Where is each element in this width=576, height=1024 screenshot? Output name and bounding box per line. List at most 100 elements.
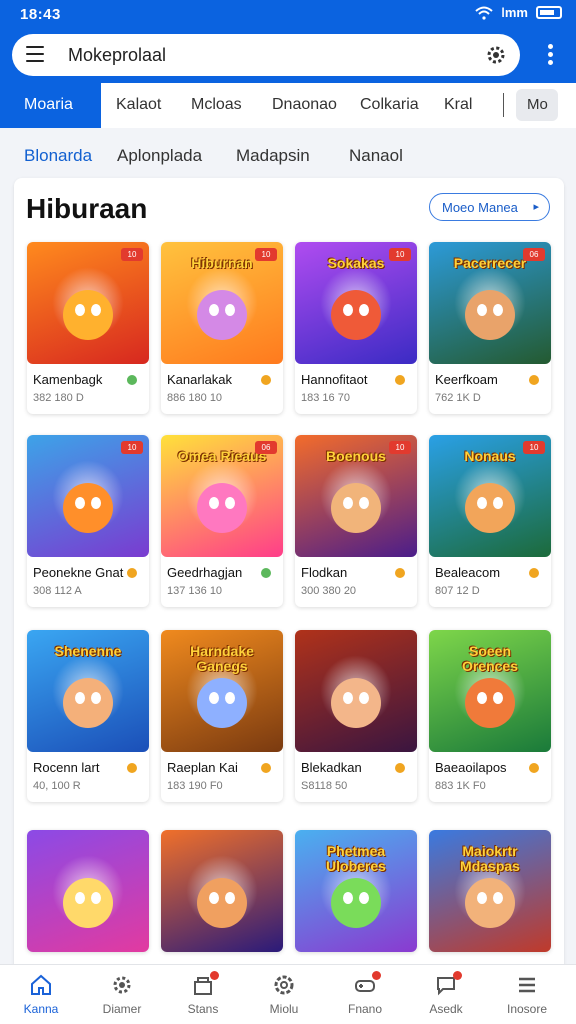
- character-icon: [197, 483, 247, 533]
- game-thumbnail[interactable]: 10: [27, 435, 149, 557]
- tab-more[interactable]: Mo: [516, 89, 558, 121]
- status-dot: [395, 375, 405, 385]
- game-name: Kanarlakak: [167, 372, 233, 387]
- tab-active[interactable]: Moaria: [0, 83, 101, 128]
- game-card[interactable]: Boenous 10 Flodkan 300 380 20: [295, 435, 417, 607]
- game-badge: 06: [255, 441, 277, 454]
- game-thumbnail[interactable]: Harndake Ganegs: [161, 630, 283, 752]
- character-icon: [465, 483, 515, 533]
- game-thumbnail[interactable]: Boenous 10: [295, 435, 417, 557]
- game-thumbnail[interactable]: Sokakas 10: [295, 242, 417, 364]
- game-meta: 183 190 F0: [167, 780, 223, 792]
- status-dot: [127, 763, 137, 773]
- game-badge: 10: [255, 248, 277, 261]
- gear-icon[interactable]: [110, 973, 134, 997]
- subtab-item[interactable]: Nanaol: [349, 146, 403, 166]
- game-thumbnail[interactable]: Maiokrtr Mdaspas: [429, 830, 551, 952]
- status-dot: [261, 375, 271, 385]
- status-dot: [529, 568, 539, 578]
- game-card[interactable]: Shenenne Rocenn lart 40, 100 R: [27, 630, 149, 802]
- game-thumbnail[interactable]: Omea Rieaus 06: [161, 435, 283, 557]
- tab-item[interactable]: Colkaria: [360, 96, 419, 114]
- game-card[interactable]: 10 Peonekne Gnat 308 112 A: [27, 435, 149, 607]
- home-icon[interactable]: [29, 973, 53, 997]
- game-badge: 10: [121, 441, 143, 454]
- tab-item[interactable]: Kral: [444, 96, 472, 114]
- game-badge: 10: [523, 441, 545, 454]
- character-icon: [197, 878, 247, 928]
- game-thumbnail[interactable]: Pacerrecer 06: [429, 242, 551, 364]
- nav-item-4[interactable]: Miolu: [249, 965, 319, 1024]
- game-card[interactable]: Nonaus 10 Bealeacom 807 12 D: [429, 435, 551, 607]
- game-card[interactable]: Harndake Ganegs Raeplan Kai 183 190 F0: [161, 630, 283, 802]
- subtab-item[interactable]: Madapsin: [236, 146, 310, 166]
- game-banner: Shenenne: [54, 643, 122, 659]
- subtab-active[interactable]: Blonarda: [24, 146, 92, 166]
- game-name: Raeplan Kai: [167, 760, 238, 775]
- game-name: Flodkan: [301, 565, 348, 580]
- character-icon: [465, 290, 515, 340]
- game-card[interactable]: Phetmea Uloberes: [295, 830, 417, 952]
- game-thumbnail[interactable]: 10: [27, 242, 149, 364]
- nav-item-7[interactable]: Inosore: [492, 965, 562, 1024]
- category-tabs: Moaria Kalaot Mcloas Dnaonao Colkaria Kr…: [0, 83, 576, 128]
- nav-item-2[interactable]: Diamer: [87, 965, 157, 1024]
- game-banner: Phetmea Uloberes: [326, 843, 386, 874]
- nav-item-3[interactable]: Stans: [168, 965, 238, 1024]
- game-meta: 807 12 D: [435, 585, 480, 597]
- game-name: Kamenbagk: [33, 372, 103, 387]
- game-thumbnail[interactable]: [27, 830, 149, 952]
- game-card[interactable]: [161, 830, 283, 952]
- game-name: Blekadkan: [301, 760, 362, 775]
- search-text[interactable]: Mokeprolaal: [68, 45, 166, 66]
- list-icon[interactable]: [515, 973, 539, 997]
- status-time: 18:43: [20, 6, 61, 23]
- game-card[interactable]: 10 Kamenbagk 382 180 D: [27, 242, 149, 414]
- game-thumbnail[interactable]: Soeen Orences: [429, 630, 551, 752]
- nav-label: Asedk: [429, 1002, 463, 1016]
- nav-label: Miolu: [269, 1002, 299, 1016]
- game-name: Keerfkoam: [435, 372, 498, 387]
- game-card[interactable]: Hiburnan 10 Kanarlakak 886 180 10: [161, 242, 283, 414]
- game-card[interactable]: Blekadkan S8118 50: [295, 630, 417, 802]
- game-card[interactable]: [27, 830, 149, 952]
- game-thumbnail[interactable]: [295, 630, 417, 752]
- nav-item-6[interactable]: Asedk: [411, 965, 481, 1024]
- game-thumbnail[interactable]: Phetmea Uloberes: [295, 830, 417, 952]
- game-name: Rocenn lart: [33, 760, 100, 775]
- game-card[interactable]: Pacerrecer 06 Keerfkoam 762 1K D: [429, 242, 551, 414]
- game-card[interactable]: Maiokrtr Mdaspas: [429, 830, 551, 952]
- game-card[interactable]: Omea Rieaus 06 Geedrhagjan 137 136 10: [161, 435, 283, 607]
- hamburger-icon[interactable]: [26, 46, 44, 62]
- nav-item-5[interactable]: Fnano: [330, 965, 400, 1024]
- status-dot: [395, 568, 405, 578]
- sub-tabs: Blonarda Aplonplada Madapsin Nanaol: [0, 136, 576, 176]
- nav-item-1[interactable]: Kanna: [6, 965, 76, 1024]
- game-thumbnail[interactable]: Nonaus 10: [429, 435, 551, 557]
- game-thumbnail[interactable]: Shenenne: [27, 630, 149, 752]
- character-icon: [197, 678, 247, 728]
- tab-item[interactable]: Mcloas: [191, 96, 242, 114]
- character-icon: [331, 678, 381, 728]
- tab-item[interactable]: Kalaot: [116, 96, 161, 114]
- game-thumbnail[interactable]: Hiburnan 10: [161, 242, 283, 364]
- more-options-icon[interactable]: [548, 44, 554, 66]
- character-icon: [331, 290, 381, 340]
- search-bar[interactable]: Mokeprolaal: [12, 34, 520, 76]
- see-more-button[interactable]: Moeo Manea ▸: [429, 193, 550, 221]
- character-icon: [63, 678, 113, 728]
- game-card[interactable]: Sokakas 10 Hannofitaot 183 16 70: [295, 242, 417, 414]
- subtab-item[interactable]: Aplonplada: [117, 146, 202, 166]
- character-icon: [465, 878, 515, 928]
- game-meta: 883 1K F0: [435, 780, 486, 792]
- gear-icon[interactable]: [484, 43, 508, 67]
- game-thumbnail[interactable]: [161, 830, 283, 952]
- settings-icon[interactable]: [272, 973, 296, 997]
- game-card[interactable]: Soeen Orences Baeaoilapos 883 1K F0: [429, 630, 551, 802]
- tab-item[interactable]: Dnaonao: [272, 96, 337, 114]
- game-name: Bealeacom: [435, 565, 501, 580]
- status-dot: [395, 763, 405, 773]
- wifi-icon: [475, 6, 493, 20]
- game-meta: 762 1K D: [435, 392, 481, 404]
- game-badge: 10: [389, 248, 411, 261]
